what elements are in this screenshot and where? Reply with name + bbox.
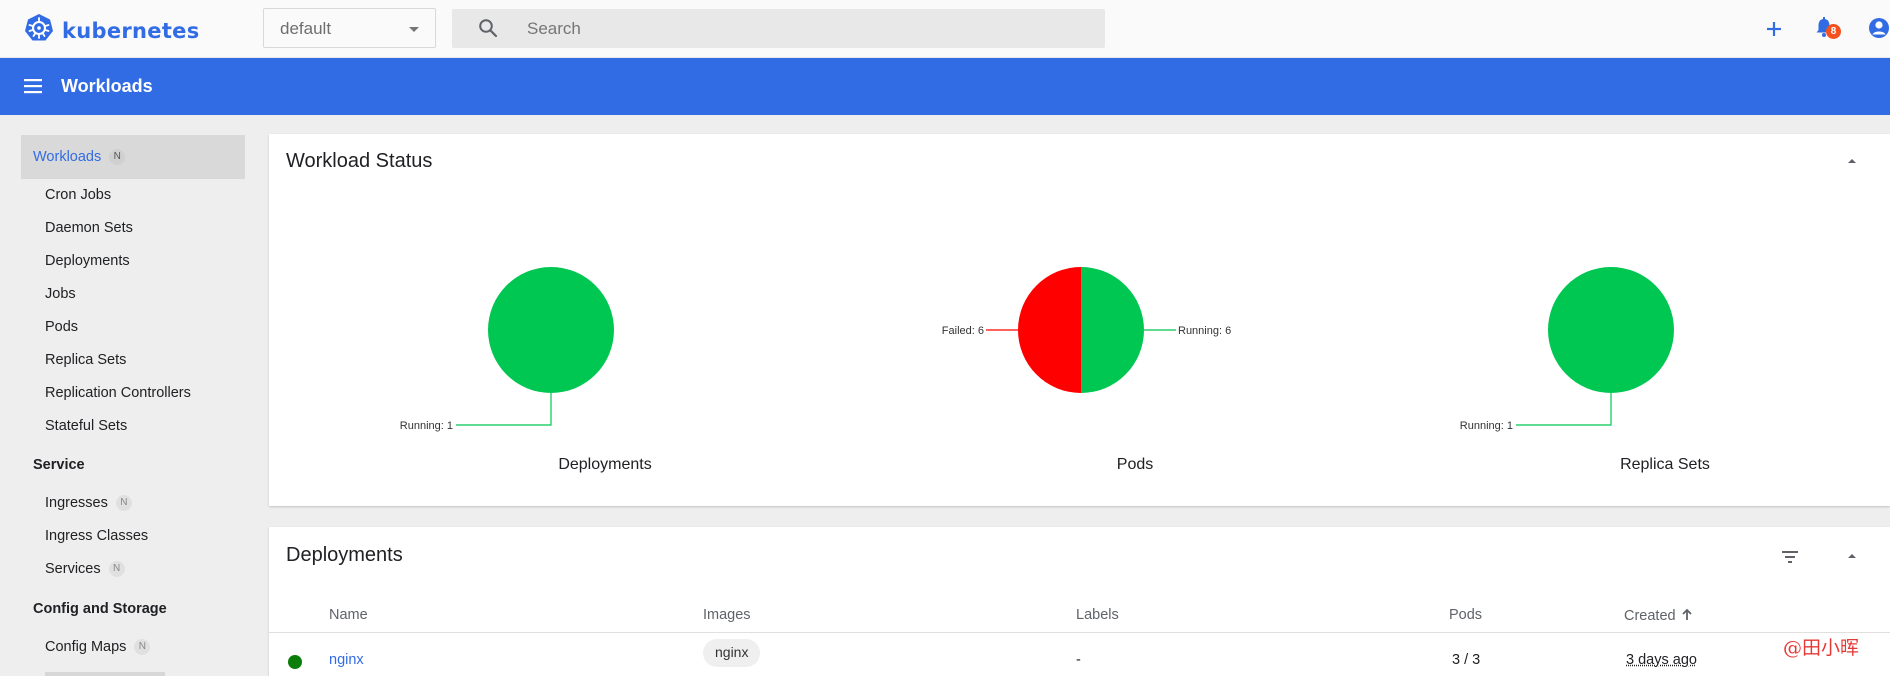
deployment-name-link[interactable]: nginx bbox=[329, 652, 364, 668]
pie-slice-deployments-0 bbox=[488, 267, 614, 393]
sidebar-item-cron-jobs[interactable]: Cron Jobs bbox=[45, 187, 111, 203]
chart-label-replica-sets: Replica Sets bbox=[1620, 456, 1710, 473]
sidebar-item-stateful-sets[interactable]: Stateful Sets bbox=[45, 418, 127, 434]
image-chip: nginx bbox=[703, 639, 761, 667]
pie-slice-pods-0 bbox=[1081, 267, 1144, 393]
sidebar: Workloads N Cron Jobs Daemon Sets Deploy… bbox=[0, 115, 265, 676]
sidebar-item-ingress-classes[interactable]: Ingress Classes bbox=[45, 528, 148, 544]
column-header-images: Images bbox=[703, 607, 751, 623]
sidebar-item-label: Ingresses bbox=[45, 495, 108, 511]
sidebar-item-deployments[interactable]: Deployments bbox=[45, 253, 130, 269]
sidebar-item-replica-sets[interactable]: Replica Sets bbox=[45, 352, 126, 368]
pie-slice-pods-1 bbox=[1018, 267, 1081, 393]
sidebar-item-label: Config Maps bbox=[45, 639, 127, 655]
sidebar-item-config-maps[interactable]: Config Maps N bbox=[45, 639, 151, 655]
search-input[interactable] bbox=[527, 9, 1087, 48]
sidebar-item-partial bbox=[45, 672, 165, 676]
new-badge: N bbox=[134, 639, 151, 655]
kubernetes-logo-icon bbox=[24, 13, 54, 48]
sidebar-heading-config-storage[interactable]: Config and Storage bbox=[33, 601, 167, 617]
chart-label-deployments: Deployments bbox=[558, 456, 652, 473]
filter-icon[interactable] bbox=[1780, 547, 1800, 572]
status-ok-icon bbox=[288, 655, 302, 669]
sidebar-item-ingresses[interactable]: Ingresses N bbox=[45, 495, 132, 511]
notification-count-badge: 8 bbox=[1826, 24, 1841, 39]
brand[interactable]: kubernetes bbox=[24, 13, 200, 48]
top-bar: kubernetes default 8 bbox=[0, 0, 1890, 58]
column-header-labels: Labels bbox=[1076, 607, 1119, 623]
arrow-up-icon bbox=[1681, 607, 1693, 625]
sidebar-heading-service[interactable]: Service bbox=[33, 457, 85, 473]
search-bar[interactable] bbox=[452, 9, 1105, 48]
watermark: @田小晖 bbox=[1783, 637, 1860, 659]
workload-status-card: Workload Status Running: 1 Running: 6 Fail… bbox=[269, 134, 1890, 506]
search-icon bbox=[478, 18, 498, 43]
sidebar-item-jobs[interactable]: Jobs bbox=[45, 286, 76, 302]
new-badge: N bbox=[115, 495, 132, 511]
new-badge: N bbox=[108, 561, 125, 577]
pie-slice-label: Failed: 6 bbox=[942, 325, 984, 337]
column-header-created[interactable]: Created bbox=[1624, 607, 1693, 625]
header-divider bbox=[269, 632, 1890, 633]
sidebar-item-label: Ingress Classes bbox=[45, 528, 149, 544]
app-bar: Workloads bbox=[0, 58, 1890, 115]
pie-leader-line bbox=[456, 393, 552, 426]
chart-label-pods: Pods bbox=[1116, 456, 1154, 473]
menu-icon[interactable] bbox=[22, 76, 44, 101]
sidebar-item-workloads-label[interactable]: Workloads N bbox=[33, 149, 126, 165]
namespace-select[interactable]: default bbox=[263, 8, 436, 48]
deployments-card: Deployments Name Images Labels Pods Crea… bbox=[269, 527, 1890, 676]
namespace-value: default bbox=[280, 19, 332, 38]
brand-name: kubernetes bbox=[62, 18, 200, 43]
sidebar-item-label: Services bbox=[45, 561, 101, 577]
column-header-name[interactable]: Name bbox=[329, 607, 368, 623]
notifications-button[interactable]: 8 bbox=[1814, 14, 1844, 44]
sidebar-item-services[interactable]: Services N bbox=[45, 561, 125, 577]
workload-status-charts: Running: 1 Running: 6 Failed: 6 Running: 1 bbox=[400, 267, 1674, 432]
pie-slice-label: Running: 6 bbox=[1178, 325, 1231, 337]
created-cell: 3 days ago bbox=[1626, 652, 1697, 668]
sidebar-item-replication-controllers[interactable]: Replication Controllers bbox=[45, 385, 191, 401]
sidebar-item-daemon-sets[interactable]: Daemon Sets bbox=[45, 220, 133, 236]
labels-cell: - bbox=[1076, 652, 1081, 668]
account-icon[interactable] bbox=[1868, 15, 1890, 46]
sidebar-item-pods[interactable]: Pods bbox=[45, 319, 78, 335]
column-header-pods: Pods bbox=[1449, 607, 1483, 623]
page-title: Workloads bbox=[61, 76, 153, 96]
pods-cell: 3 / 3 bbox=[1452, 652, 1481, 668]
pie-leader-line bbox=[1516, 393, 1612, 426]
collapse-icon[interactable] bbox=[1845, 549, 1859, 568]
pie-slice-label: Running: 1 bbox=[1460, 420, 1513, 432]
chevron-down-icon bbox=[409, 27, 419, 32]
pie-slice-replica-sets-0 bbox=[1548, 267, 1674, 393]
sidebar-item-label: Workloads bbox=[33, 149, 102, 165]
new-badge: N bbox=[109, 149, 126, 165]
pie-slice-label: Running: 1 bbox=[400, 420, 453, 432]
card-title: Deployments bbox=[286, 544, 403, 566]
column-header-label: Created bbox=[1624, 608, 1676, 624]
plus-icon[interactable] bbox=[1763, 14, 1785, 47]
